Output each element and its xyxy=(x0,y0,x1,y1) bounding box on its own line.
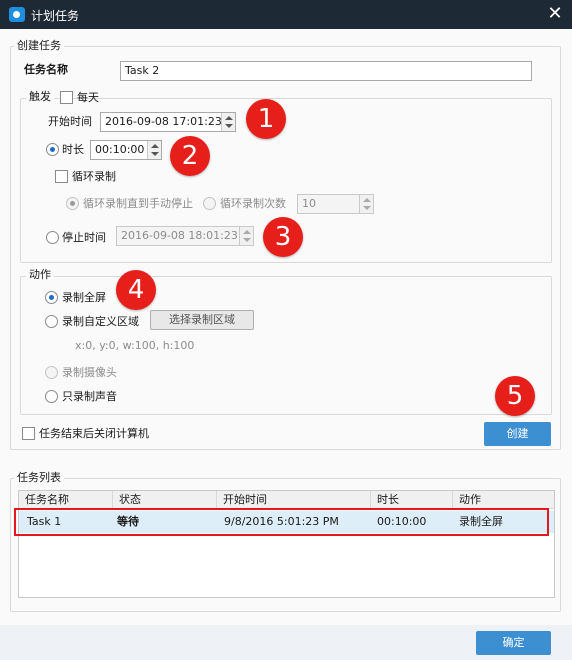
record-fullscreen-label: 录制全屏 xyxy=(62,291,106,304)
task-name-label: 任务名称 xyxy=(24,63,68,76)
close-icon[interactable]: ✕ xyxy=(544,3,566,25)
create-button[interactable]: 创建 xyxy=(484,422,551,446)
record-custom-area-radio[interactable] xyxy=(45,315,58,328)
record-camera-radio[interactable] xyxy=(45,366,58,379)
column-header-action[interactable]: 动作 xyxy=(453,491,554,509)
loop-record-label: 循环录制 xyxy=(72,170,116,183)
stop-time-value: 2016-09-08 18:01:23 xyxy=(121,229,238,242)
title-bar: 计划任务 ✕ xyxy=(0,0,572,29)
window-title: 计划任务 xyxy=(31,9,80,23)
duration-input[interactable]: 00:10:00 xyxy=(90,140,162,160)
daily-label: 每天 xyxy=(77,91,99,104)
trigger-group-label: 触发 xyxy=(26,90,54,104)
select-area-button[interactable]: 选择录制区域 xyxy=(150,310,254,330)
loop-record-checkbox[interactable] xyxy=(55,170,68,183)
ok-button[interactable]: 确定 xyxy=(476,631,551,655)
daily-checkbox[interactable] xyxy=(60,91,73,104)
loop-until-stop-label: 循环录制直到手动停止 xyxy=(83,197,193,210)
annotation-badge-2: 2 xyxy=(170,136,210,176)
annotation-badge-3: 3 xyxy=(263,217,303,257)
duration-label: 时长 xyxy=(62,143,84,156)
start-time-value: 2016-09-08 17:01:23 xyxy=(105,115,222,128)
column-header-duration[interactable]: 时长 xyxy=(371,491,453,509)
record-audio-only-label: 只录制声音 xyxy=(62,390,117,403)
duration-radio[interactable] xyxy=(46,143,59,156)
start-time-input[interactable]: 2016-09-08 17:01:23 xyxy=(100,112,236,132)
column-header-name[interactable]: 任务名称 xyxy=(19,491,113,509)
duration-value: 00:10:00 xyxy=(95,143,145,156)
loop-count-input[interactable]: 10 xyxy=(297,194,374,214)
row-highlight-box xyxy=(14,508,549,536)
record-custom-area-label: 录制自定义区域 xyxy=(62,315,139,328)
app-logo-icon xyxy=(9,7,25,22)
shutdown-checkbox[interactable] xyxy=(22,427,35,440)
start-time-label: 开始时间 xyxy=(48,115,92,128)
stop-time-radio[interactable] xyxy=(46,231,59,244)
task-list-group-label: 任务列表 xyxy=(14,471,64,485)
loop-count-radio[interactable] xyxy=(203,197,216,210)
column-header-start-time[interactable]: 开始时间 xyxy=(217,491,371,509)
start-time-spinner[interactable] xyxy=(221,113,235,131)
stop-time-label: 停止时间 xyxy=(62,231,106,244)
task-table[interactable]: 任务名称 状态 开始时间 时长 动作 Task 1 等待 9/8/2016 5:… xyxy=(18,490,555,598)
shutdown-label: 任务结束后关闭计算机 xyxy=(39,427,149,440)
loop-count-value: 10 xyxy=(302,197,316,210)
annotation-badge-4: 4 xyxy=(116,270,156,310)
record-audio-only-radio[interactable] xyxy=(45,390,58,403)
record-camera-label: 录制摄像头 xyxy=(62,366,117,379)
duration-spinner[interactable] xyxy=(147,141,161,159)
annotation-badge-1: 1 xyxy=(246,99,286,139)
loop-until-stop-radio[interactable] xyxy=(66,197,79,210)
create-task-group-label: 创建任务 xyxy=(14,39,64,53)
action-group-label: 动作 xyxy=(26,268,54,282)
area-info-text: x:0, y:0, w:100, h:100 xyxy=(75,339,195,352)
task-name-input[interactable]: Task 2 xyxy=(120,61,532,81)
stop-time-spinner[interactable] xyxy=(239,227,253,245)
annotation-badge-5: 5 xyxy=(495,376,535,416)
table-header: 任务名称 状态 开始时间 时长 动作 xyxy=(19,491,554,509)
column-header-status[interactable]: 状态 xyxy=(113,491,217,509)
record-fullscreen-radio[interactable] xyxy=(45,291,58,304)
stop-time-input[interactable]: 2016-09-08 18:01:23 xyxy=(116,226,254,246)
loop-count-spinner[interactable] xyxy=(359,195,373,213)
loop-count-label: 循环录制次数 xyxy=(220,197,286,210)
